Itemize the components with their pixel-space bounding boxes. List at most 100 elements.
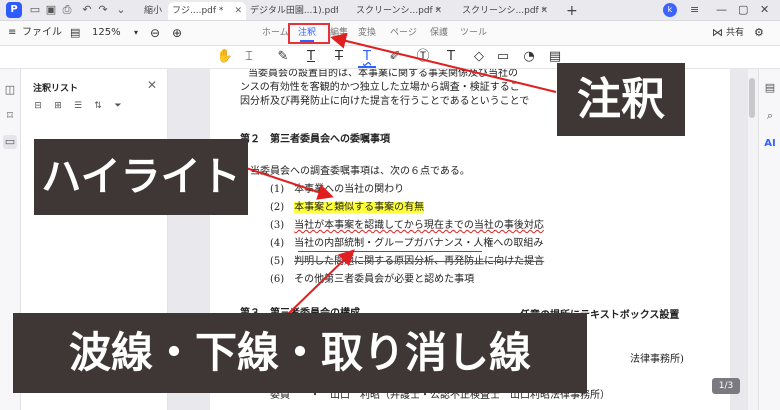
close-icon[interactable]: ✕ <box>434 2 442 20</box>
strikethrough-text[interactable]: 判明した問題に関する原因分析、再発防止に向けた提言 <box>294 256 544 267</box>
right-rail: ▤ ⌕ AI <box>758 69 780 410</box>
callout-highlight: ハイライト <box>34 139 248 215</box>
underlined-text[interactable]: 当社の内部統制・グループガバナンス・人権への取組み <box>294 238 543 249</box>
textbox-tool-icon[interactable]: Ⓣ <box>414 48 432 66</box>
wavy-line-tool-icon[interactable]: T <box>358 48 376 68</box>
scrollbar-thumb[interactable] <box>749 78 755 118</box>
tab-shrink[interactable]: 縮小 <box>144 2 170 20</box>
close-icon[interactable]: ✕ <box>234 2 242 20</box>
tab-label: 縮小 <box>144 6 163 16</box>
avatar-letter: k <box>667 5 673 14</box>
list-item: (6) その他第三者委員会が必要と認めた事項 <box>270 273 474 287</box>
close-icon[interactable]: ✕ <box>147 78 157 92</box>
hamburger-icon[interactable]: ≡ <box>8 21 16 45</box>
tab-label: スクリーンシ...pdf * <box>356 6 441 16</box>
tab-document-1[interactable]: フジ....pdf * ✕ <box>168 2 246 20</box>
search-icon[interactable]: ⌕ <box>763 109 777 123</box>
file-menu[interactable]: ファイル <box>22 21 62 45</box>
share-button[interactable]: 共有 <box>726 21 744 45</box>
tab-label: デジタル田園...1).pdf <box>250 6 338 16</box>
text-tool-icon[interactable]: T <box>442 48 460 66</box>
rectangle-tool-icon[interactable]: ▭ <box>494 48 512 66</box>
bookmark-icon[interactable]: ⌑ <box>3 109 17 123</box>
shape-tool-icon[interactable]: ◔ <box>520 48 538 66</box>
tab-protect[interactable]: 保護 <box>430 21 448 45</box>
section-heading: 第２ 第三者委員会への委嘱事項 <box>240 134 390 145</box>
list-num: (4) <box>270 238 285 249</box>
settings-icon[interactable]: ⚙ <box>754 21 764 45</box>
maximize-icon[interactable]: ▢ <box>738 2 748 18</box>
tab-label: スクリーンシ...pdf * <box>462 6 547 16</box>
tab-page[interactable]: ページ <box>390 21 417 45</box>
chevron-down-icon[interactable]: ⌄ <box>114 3 128 17</box>
doc-line: 因分析及び再発防止に向けた提言を行うことであるということで <box>240 96 530 107</box>
pencil-tool-icon[interactable]: ✐ <box>386 48 404 66</box>
ai-assistant-icon[interactable]: AI <box>763 137 777 151</box>
list-item: (2) 本事案と類似する事案の有無 <box>270 201 425 215</box>
underline-mark <box>298 251 482 252</box>
zoom-in-icon[interactable]: ⊕ <box>172 21 182 45</box>
app-logo-icon[interactable]: P <box>6 2 22 18</box>
doc-line: 法律事務所) <box>630 354 684 365</box>
callout-annotation: 注釈 <box>557 63 685 136</box>
undo-icon[interactable]: ↶ <box>80 3 94 17</box>
tab-label: フジ....pdf * <box>172 6 224 16</box>
zoom-out-icon[interactable]: ⊖ <box>150 21 160 45</box>
tab-tools[interactable]: ツール <box>460 21 487 45</box>
callout-lines: 波線・下線・取り消し線 <box>13 313 587 393</box>
title-bar: P ▭ ▣ ⎙ ↶ ↷ ⌄ 縮小 フジ....pdf * ✕ デジタル田園...1… <box>0 0 780 21</box>
underline-tool-icon[interactable]: T <box>302 48 320 66</box>
list-num: (2) <box>270 202 285 213</box>
list-item: (5) 判明した問題に関する原因分析、再発防止に向けた提言 <box>270 255 544 269</box>
doc-line: 当委員会の設置目的は、本事業に関する事実関係及び当社の <box>248 69 518 79</box>
collapse-all-icon[interactable]: ⊟ <box>33 101 43 111</box>
hand-tool-icon[interactable]: ✋ <box>216 48 234 66</box>
print-icon[interactable]: ⎙ <box>60 3 74 17</box>
thumbnail-icon[interactable]: ◫ <box>3 83 17 97</box>
comment-list-icon[interactable]: ▭ <box>3 135 17 149</box>
tab-document-3[interactable]: スクリーンシ...pdf * ✕ <box>356 2 446 20</box>
list-text: その他第三者委員会が必要と認めた事項 <box>294 274 475 285</box>
select-tool-icon[interactable]: ⌶ <box>240 48 258 66</box>
expand-all-icon[interactable]: ⊞ <box>53 101 63 111</box>
folder-icon[interactable]: ▭ <box>28 3 42 17</box>
tab-home[interactable]: ホーム <box>262 21 289 45</box>
close-icon[interactable]: ✕ <box>540 2 548 20</box>
new-tab-button[interactable]: + <box>566 2 580 20</box>
highlight-tool-icon[interactable]: ✎ <box>274 48 292 66</box>
filter-icon[interactable]: ⏷ <box>113 101 123 111</box>
menu-bar: ≡ ファイル ▤ 125% ▾ ⊖ ⊕ ホーム 注釈 編集 変換 ページ 保護 … <box>0 21 780 46</box>
share-icon[interactable]: ⋈ <box>712 21 723 45</box>
close-window-icon[interactable]: ✕ <box>760 2 769 18</box>
panel-title: 注釈リスト <box>33 84 79 94</box>
tab-convert[interactable]: 変換 <box>358 21 376 45</box>
highlighted-text[interactable]: 本事案と類似する事案の有無 <box>294 202 425 213</box>
tab-document-4[interactable]: スクリーンシ...pdf * ✕ <box>462 2 552 20</box>
properties-icon[interactable]: ▤ <box>763 81 777 95</box>
sort-icon[interactable]: ⇅ <box>93 101 103 111</box>
menu-icon[interactable]: ≡ <box>690 2 699 18</box>
eraser-tool-icon[interactable]: ◇ <box>470 48 488 66</box>
wavy-underlined-text[interactable]: 当社が本事案を認識してから現在までの当社の事後対応 <box>294 220 544 231</box>
minimize-icon[interactable]: — <box>716 2 727 18</box>
list-item: (1) 本事業への当社の関わり <box>270 183 404 197</box>
tab-document-2[interactable]: デジタル田園...1).pdf <box>250 2 338 20</box>
list-view-icon[interactable]: ☰ <box>73 101 83 111</box>
pdf-editor-window: P ▭ ▣ ⎙ ↶ ↷ ⌄ 縮小 フジ....pdf * ✕ デジタル田園...1… <box>0 0 780 410</box>
redo-icon[interactable]: ↷ <box>96 3 110 17</box>
list-num: (3) <box>270 220 285 231</box>
save-icon[interactable]: ▣ <box>44 3 58 17</box>
page-icon[interactable]: ▤ <box>70 21 80 45</box>
page-indicator: 1/3 <box>712 378 740 394</box>
doc-line: 当委員会への調査委嘱事項は、次の６点である。 <box>250 166 470 177</box>
doc-line: ンスの有効性を客観的かつ独立した立場から調査・検証するこ <box>240 82 520 93</box>
annotate-tab-highlight-box <box>288 23 330 44</box>
list-text: 本事業への当社の関わり <box>294 184 405 195</box>
tab-edit[interactable]: 編集 <box>330 21 348 45</box>
zoom-dropdown-icon[interactable]: ▾ <box>134 21 138 45</box>
zoom-level[interactable]: 125% <box>92 21 121 45</box>
avatar[interactable]: k <box>663 3 677 17</box>
list-item: (4) 当社の内部統制・グループガバナンス・人権への取組み <box>270 237 543 251</box>
list-item: (3) 当社が本事案を認識してから現在までの当社の事後対応 <box>270 219 544 233</box>
strikethrough-tool-icon[interactable]: T <box>330 48 348 66</box>
